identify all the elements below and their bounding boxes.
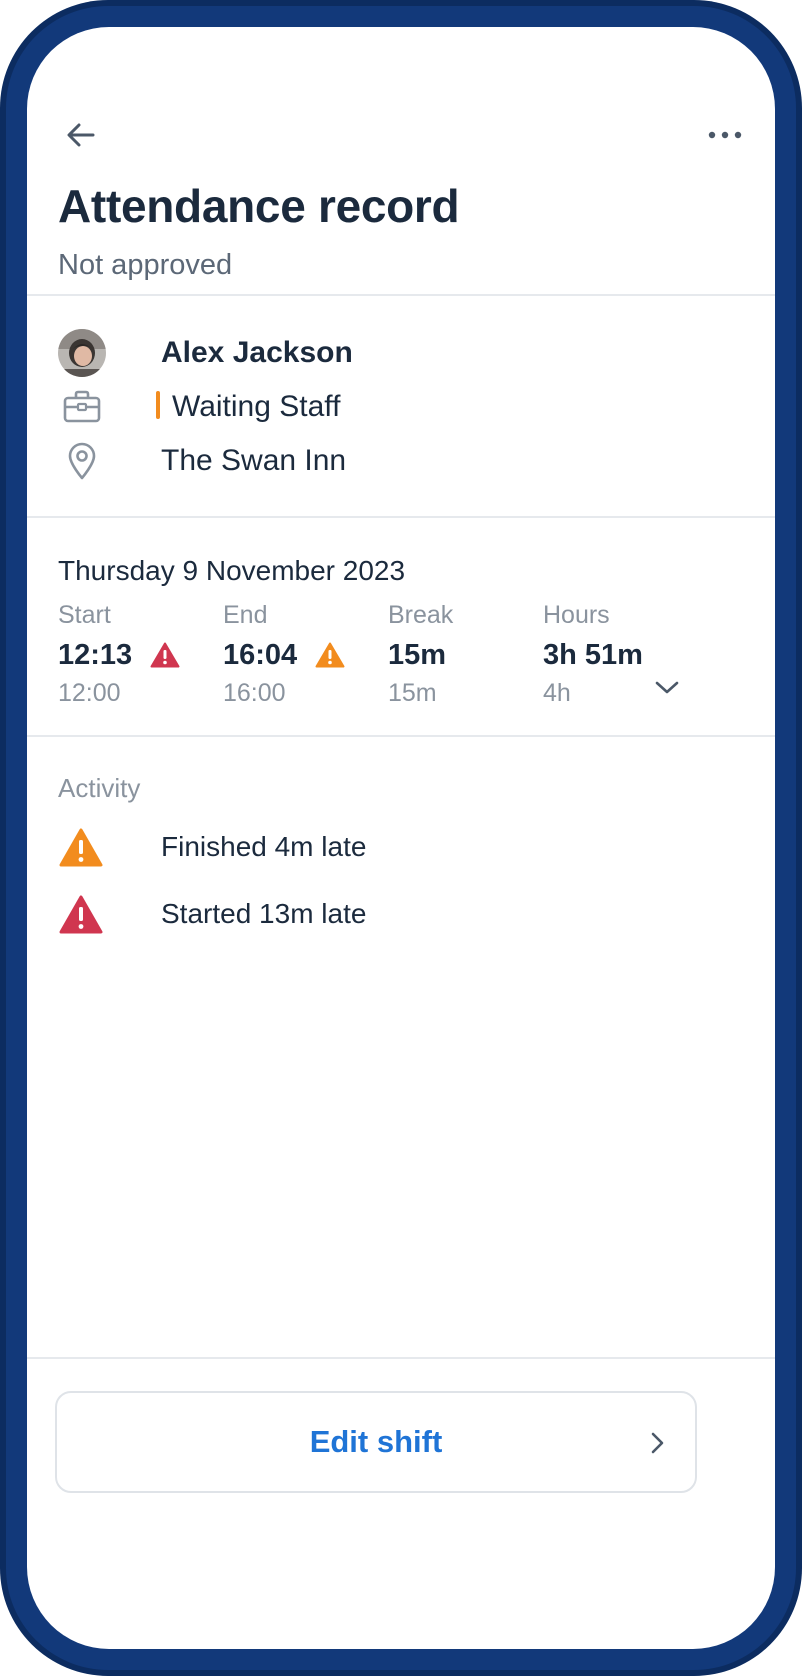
activity-heading: Activity: [58, 773, 141, 803]
shift-date: Thursday 9 November 2023: [58, 555, 406, 586]
device-frame: Attendance record Not approved Alex Jack…: [0, 0, 802, 1676]
role-name: Waiting Staff: [172, 390, 341, 423]
break-actual: 15m: [388, 638, 447, 671]
warning-red-icon: [150, 642, 180, 668]
divider: [27, 735, 775, 737]
end-label: End: [223, 601, 268, 629]
divider: [27, 1357, 775, 1359]
chevron-down-icon: [655, 681, 679, 694]
break-column: Break 15m 15m: [388, 601, 453, 708]
expand-times-button[interactable]: [647, 668, 687, 708]
briefcase-icon: [63, 390, 101, 423]
warning-orange-icon: [315, 642, 345, 668]
more-horizontal-icon: [708, 131, 742, 139]
activity-text: Started 13m late: [161, 898, 367, 929]
location-row: The Swan Inn: [58, 435, 346, 487]
more-options-button[interactable]: [701, 111, 749, 159]
location-pin-icon: [68, 442, 96, 480]
chevron-right-icon: [651, 1432, 664, 1454]
activity-text: Finished 4m late: [161, 831, 367, 862]
employee-row[interactable]: Alex Jackson: [58, 327, 353, 379]
start-scheduled-time: 12:00: [58, 679, 121, 707]
role-row: Waiting Staff: [58, 381, 340, 433]
end-time-column: End 16:04 16:00: [223, 601, 345, 708]
divider: [27, 294, 775, 296]
back-button[interactable]: [57, 111, 105, 159]
activity-item: Started 13m late: [58, 890, 658, 940]
warning-orange-icon: [59, 828, 103, 867]
divider: [27, 516, 775, 518]
edit-shift-label: Edit shift: [309, 1424, 443, 1459]
page-title: Attendance record: [58, 180, 460, 232]
start-label: Start: [58, 601, 111, 629]
break-label: Break: [388, 601, 454, 629]
approval-status: Not approved: [58, 249, 233, 281]
app-screen: Attendance record Not approved Alex Jack…: [27, 27, 775, 1649]
break-scheduled: 15m: [388, 679, 437, 707]
location-name: The Swan Inn: [161, 444, 347, 477]
hours-actual: 3h 51m: [543, 638, 643, 671]
hours-scheduled: 4h: [543, 679, 571, 707]
hours-label: Hours: [543, 601, 610, 629]
employee-name: Alex Jackson: [161, 336, 353, 369]
avatar: [58, 329, 106, 377]
arrow-left-icon: [67, 123, 95, 147]
top-bar: [27, 105, 775, 165]
warning-red-icon: [59, 895, 103, 934]
hours-column: Hours 3h 51m 4h: [543, 601, 643, 708]
end-scheduled-time: 16:00: [223, 679, 286, 707]
start-actual-time: 12:13: [58, 638, 133, 671]
activity-item: Finished 4m late: [58, 823, 658, 873]
end-actual-time: 16:04: [223, 638, 298, 671]
start-time-column: Start 12:13 12:00: [58, 601, 180, 708]
edit-shift-button[interactable]: Edit shift: [55, 1391, 697, 1493]
role-color-bar: [156, 391, 160, 419]
